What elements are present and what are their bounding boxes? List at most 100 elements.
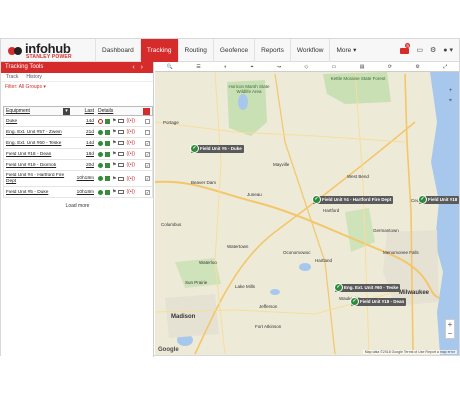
column-details-label: Details <box>98 108 114 114</box>
last-seen[interactable]: 20d <box>72 163 96 168</box>
flag-icon[interactable]: ⚑ <box>112 151 116 157</box>
table-row[interactable]: Field Unit #4 - Hartford Fire Dept 10h18m… <box>3 171 153 187</box>
nav-geofence[interactable]: Geofence <box>212 39 254 62</box>
flag-icon[interactable]: ⚑ <box>112 189 116 195</box>
select-all-checkbox[interactable] <box>143 108 150 115</box>
unit-marker[interactable]: ✓ Eng. Ext. Unit #60 - Teske <box>334 283 401 292</box>
sort-icon[interactable]: ▾ <box>63 108 70 115</box>
table-row[interactable]: Eng. Ext. Unit #57 - Zwein 21d ⚑ ((•)) <box>3 127 153 138</box>
row-checkbox[interactable]: ✓ <box>145 176 150 181</box>
tab-track[interactable]: Track <box>6 73 18 81</box>
column-equipment[interactable]: Equipment ▾ <box>4 107 72 115</box>
signal-icon: ((•)) <box>126 189 135 195</box>
notifications-icon[interactable]: 5 <box>400 42 410 54</box>
device-icon[interactable] <box>105 118 110 124</box>
truck-icon[interactable] <box>118 190 125 194</box>
flag-icon[interactable]: ⚑ <box>112 162 116 168</box>
panel-collapse-controls[interactable]: ‹› <box>132 62 149 73</box>
gear-icon[interactable]: ⚙ <box>430 47 436 54</box>
load-more-link[interactable]: Load more <box>1 203 154 209</box>
flag-icon[interactable]: ⚑ <box>112 118 116 124</box>
unit-marker[interactable]: ✓ Field Unit #5 - Duke <box>190 144 244 153</box>
equipment-name[interactable]: Field Unit #18 - Dean <box>4 152 72 157</box>
nav-more[interactable]: More ▾ <box>329 39 362 62</box>
table-row[interactable]: Eng. Ext. Unit #60 - Teske 14d ⚑ ((•)) ✓ <box>3 138 153 149</box>
device-icon[interactable] <box>105 176 110 181</box>
truck-icon[interactable] <box>118 163 125 167</box>
equipment-name[interactable]: Field Unit #19 - Diomoti <box>4 163 72 168</box>
details-cell: ⚑ ((•)) ✓ <box>96 176 152 182</box>
fullscreen-icon[interactable]: ⤢ <box>443 64 447 70</box>
unit-marker[interactable]: ✓ Field Unit #18 - Dean <box>350 297 407 306</box>
settings-icon[interactable]: ⚙ <box>415 64 419 70</box>
pin-icon[interactable]: ⌖ <box>251 64 254 70</box>
row-checkbox[interactable]: ✓ <box>145 151 150 157</box>
last-seen[interactable]: 10h18m <box>72 190 96 195</box>
nav-tracking[interactable]: Tracking <box>139 39 178 62</box>
flag-icon[interactable]: ⚑ <box>112 140 116 146</box>
monitor-icon[interactable]: ▭ <box>416 47 423 54</box>
measure-icon[interactable]: ▭ <box>332 64 337 70</box>
zoom-out-button[interactable]: − <box>446 329 454 338</box>
equipment-name[interactable]: Duke <box>4 119 72 124</box>
traffic-icon[interactable]: ◐ <box>224 64 227 70</box>
equipment-name[interactable]: Field Unit #5 - Duke <box>4 190 72 195</box>
city-label: Waterloo <box>199 260 217 265</box>
map-canvas <box>155 71 459 355</box>
table-row[interactable]: Duke 14d ⚑ ((•)) <box>3 116 153 127</box>
nav-workflow[interactable]: Workflow <box>289 39 330 62</box>
zoom-in-button[interactable]: + <box>446 320 454 329</box>
row-checkbox[interactable] <box>145 118 150 124</box>
last-seen[interactable]: 10h18m <box>72 176 96 181</box>
locate-icon[interactable]: ⌖ <box>446 96 455 106</box>
truck-icon[interactable] <box>118 119 125 123</box>
zoom-plus-icon[interactable]: + <box>446 86 455 96</box>
refresh-icon[interactable]: ⟳ <box>388 64 392 70</box>
route-icon[interactable]: ↝ <box>277 64 281 70</box>
row-checkbox[interactable]: ✓ <box>145 140 150 146</box>
infohub-logo[interactable]: infohub STANLEY POWER <box>7 41 97 61</box>
city-label: Sun Prairie <box>185 280 208 285</box>
flag-icon[interactable]: ⚑ <box>112 129 116 135</box>
map-view[interactable]: 🔍 ☰ ◐ ⌖ ↝ ◇ ▭ ▤ ⟳ ⚙ ⤢ + ⌖ Horicon Marsh … <box>155 62 459 355</box>
last-seen[interactable]: 21d <box>72 130 96 135</box>
unit-marker[interactable]: ✓ Field Unit #18 <box>418 195 459 204</box>
user-menu-icon[interactable]: ● ▾ <box>443 47 453 54</box>
table-row[interactable]: Field Unit #5 - Duke 10h18m ⚑ ((•)) ✓ <box>3 187 153 198</box>
map-attribution[interactable]: Map data ©2018 Google Terms of Use Repor… <box>362 350 457 354</box>
device-icon[interactable] <box>105 151 110 157</box>
tab-history[interactable]: History <box>26 73 42 81</box>
equipment-name[interactable]: Eng. Ext. Unit #57 - Zwein <box>4 130 72 135</box>
device-icon[interactable] <box>105 129 110 135</box>
truck-icon[interactable] <box>118 141 125 145</box>
equipment-name[interactable]: Eng. Ext. Unit #60 - Teske <box>4 141 72 146</box>
nav-routing[interactable]: Routing <box>177 39 213 62</box>
unit-marker[interactable]: ✓ Field Unit #4 - Hartford Fire Dept <box>312 195 394 204</box>
last-seen[interactable]: 14d <box>72 141 96 146</box>
row-checkbox[interactable]: ✓ <box>145 162 150 168</box>
group-filter[interactable]: Filter: All Groups ▾ <box>1 82 153 92</box>
table-row[interactable]: Field Unit #18 - Dean 18d ⚑ ((•)) ✓ <box>3 149 153 160</box>
device-icon[interactable] <box>105 162 110 168</box>
nav-dashboard[interactable]: Dashboard <box>95 39 140 62</box>
geofence-icon[interactable]: ◇ <box>304 64 308 70</box>
layers-icon[interactable]: ☰ <box>196 64 200 70</box>
row-checkbox[interactable] <box>145 129 150 135</box>
device-icon[interactable] <box>105 189 110 195</box>
truck-icon[interactable] <box>118 130 125 134</box>
table-row[interactable]: Field Unit #19 - Diomoti 20d ⚑ ((•)) ✓ <box>3 160 153 171</box>
column-last[interactable]: Last <box>72 107 96 115</box>
flag-icon[interactable]: ⚑ <box>112 176 116 182</box>
row-checkbox[interactable]: ✓ <box>145 189 150 195</box>
column-details[interactable]: Details <box>96 107 152 115</box>
truck-icon[interactable] <box>118 152 125 156</box>
equipment-name[interactable]: Field Unit #4 - Hartford Fire Dept <box>4 173 72 184</box>
device-icon[interactable] <box>105 140 110 146</box>
unit-marker-label: Field Unit #4 - Hartford Fire Dept <box>322 197 392 202</box>
label-icon[interactable]: ▤ <box>360 64 365 70</box>
nav-reports[interactable]: Reports <box>254 39 290 62</box>
last-seen[interactable]: 14d <box>72 119 96 124</box>
truck-icon[interactable] <box>118 176 125 181</box>
last-seen[interactable]: 18d <box>72 152 96 157</box>
search-icon[interactable]: 🔍 <box>167 64 173 70</box>
